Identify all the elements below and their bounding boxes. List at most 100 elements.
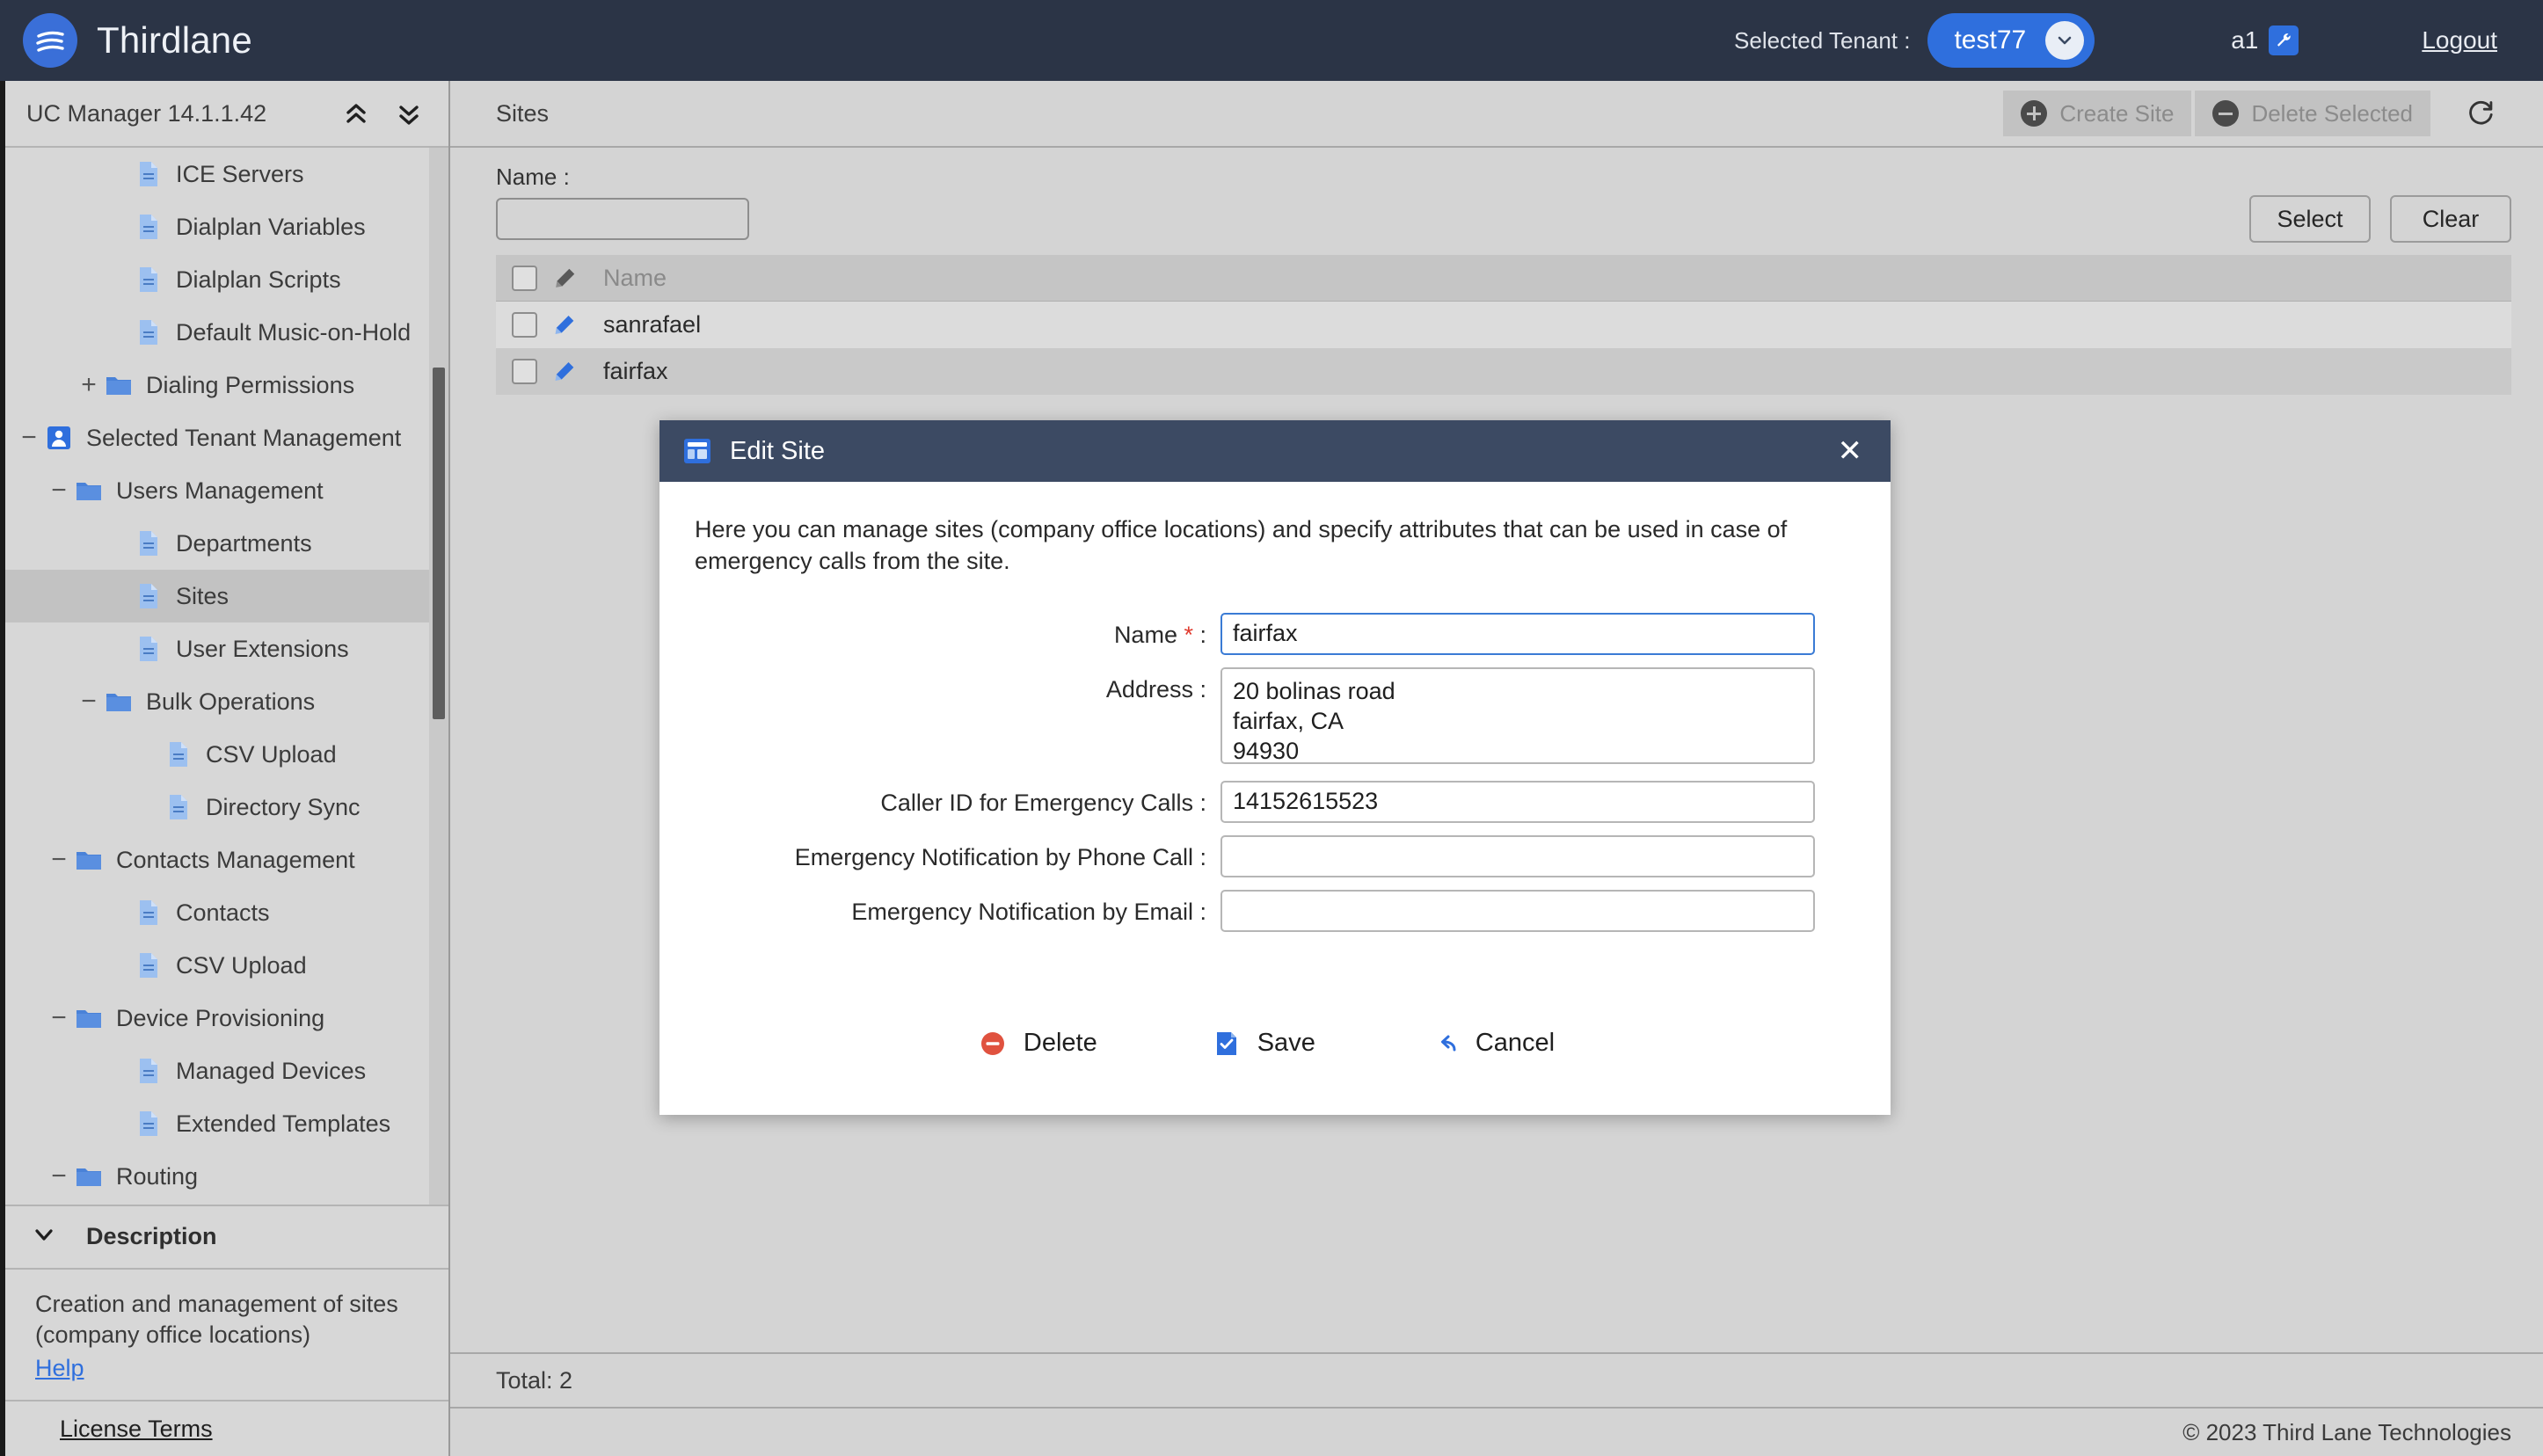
description-section-header[interactable]: Description [5, 1205, 448, 1270]
row-checkbox-cell[interactable] [496, 312, 552, 338]
pencil-icon [555, 361, 574, 381]
sidebar-item-label: Users Management [116, 477, 324, 504]
sidebar-item-contacts-management[interactable]: − Contacts Management [5, 834, 429, 886]
user-block[interactable]: a1 [2231, 25, 2299, 55]
page-toolbar: Create Site Delete Selected [2003, 89, 2511, 138]
document-icon [170, 742, 187, 767]
emergency-notification-by-email-input[interactable] [1220, 889, 1815, 932]
checkbox-icon[interactable] [511, 312, 537, 338]
document-icon [170, 795, 187, 819]
document-icon [140, 953, 157, 978]
minus-circle-icon [2212, 100, 2240, 127]
cancel-button[interactable]: Cancel [1430, 1029, 1555, 1059]
name-input[interactable] [1220, 612, 1815, 655]
field-label: Emergency Notification by Email : [851, 898, 1206, 925]
brand-block: Thirdlane [23, 13, 252, 68]
document-icon [140, 637, 157, 661]
sidebar-item-departments[interactable]: Departments [5, 517, 429, 570]
sidebar-item-ice-servers[interactable]: ICE Servers [5, 148, 429, 200]
thirdlane-logo-icon[interactable] [23, 13, 77, 68]
refresh-icon[interactable] [2450, 89, 2511, 138]
sidebar-item-extended-templates[interactable]: Extended Templates [5, 1097, 429, 1150]
collapse-toggle-icon[interactable]: − [44, 477, 74, 504]
sidebar-tree-container: ICE Servers Dialplan Variables Dialplan Sc… [5, 148, 448, 1206]
checkbox-icon[interactable] [511, 359, 537, 384]
delete-circle-icon [978, 1029, 1008, 1059]
sidebar-panel: UC Manager 14.1.1.42 ICE Servers Dialplan… [5, 81, 450, 1456]
column-header-name[interactable]: Name [603, 265, 667, 292]
delete-button[interactable]: Delete [978, 1029, 1097, 1059]
sidebar-item-sites[interactable]: Sites [5, 570, 429, 622]
row-checkbox-cell[interactable] [496, 359, 552, 384]
uc-manager-version-label: UC Manager 14.1.1.42 [26, 99, 267, 127]
collapse-toggle-icon[interactable]: − [44, 1005, 74, 1031]
collapse-toggle-icon[interactable]: − [44, 847, 74, 873]
license-terms-link[interactable]: License Terms [60, 1416, 213, 1443]
double-chevron-down-icon[interactable] [396, 98, 422, 128]
save-label: Save [1257, 1029, 1315, 1058]
select-all-checkbox-cell[interactable] [496, 265, 552, 291]
collapse-toggle-icon[interactable]: − [44, 1163, 74, 1190]
document-icon [140, 1059, 157, 1083]
folder-icon [106, 377, 131, 395]
sidebar-item-selected-tenant-management[interactable]: − Selected Tenant Management [5, 411, 429, 464]
name-filter-group: Name : [496, 164, 749, 240]
logout-link[interactable]: Logout [2422, 26, 2497, 55]
double-chevron-up-icon[interactable] [343, 98, 369, 128]
required-asterisk: * [1177, 621, 1193, 648]
sidebar-item-bulk-operations[interactable]: − Bulk Operations [5, 675, 429, 728]
tenant-selector-value: test77 [1954, 25, 2027, 55]
sidebar-item-label: Dialplan Scripts [176, 266, 341, 293]
description-section-body: Creation and management of sites (compan… [5, 1270, 448, 1401]
sidebar-item-label: Dialplan Variables [176, 213, 366, 240]
sidebar-item-user-extensions[interactable]: User Extensions [5, 622, 429, 675]
row-edit-button[interactable] [552, 312, 603, 339]
create-site-button[interactable]: Create Site [2003, 91, 2192, 136]
sidebar-item-device-provisioning[interactable]: − Device Provisioning [5, 992, 429, 1045]
table-row[interactable]: fairfax [496, 348, 2511, 395]
sidebar-item-contacts[interactable]: Contacts [5, 886, 429, 939]
sidebar-item-dialing-permissions[interactable]: + Dialing Permissions [5, 359, 429, 411]
dialog-body: Here you can manage sites (company offic… [659, 482, 1891, 1115]
table-row[interactable]: sanrafael [496, 302, 2511, 348]
field-label: Name * : [1113, 621, 1206, 648]
help-link[interactable]: Help [35, 1355, 84, 1382]
copyright-label: © 2023 Third Lane Technologies [2182, 1418, 2511, 1445]
top-header-bar: Thirdlane Selected Tenant : test77 a1 Lo… [0, 0, 2543, 81]
clear-button[interactable]: Clear [2390, 195, 2511, 243]
sidebar-item-users-management[interactable]: − Users Management [5, 464, 429, 517]
sidebar-item-default-music-on-hold[interactable]: Default Music-on-Hold [5, 306, 429, 359]
sidebar-item-csv-upload[interactable]: CSV Upload [5, 728, 429, 781]
sidebar-item-managed-devices[interactable]: Managed Devices [5, 1045, 429, 1097]
sidebar-item-csv-upload[interactable]: CSV Upload [5, 939, 429, 992]
caller-id-for-emergency-calls-input[interactable] [1220, 780, 1815, 823]
sidebar-item-label: Directory Sync [206, 793, 361, 820]
pencil-icon [556, 268, 575, 288]
sidebar-scrollbar-thumb[interactable] [433, 368, 445, 719]
sidebar-item-routing[interactable]: − Routing [5, 1150, 429, 1203]
expand-toggle-icon[interactable]: + [74, 372, 104, 398]
collapse-toggle-icon[interactable]: − [14, 425, 44, 451]
field-label: Address : [1105, 675, 1206, 703]
sidebar-scrollbar-track[interactable] [429, 148, 448, 1205]
dialog-description: Here you can manage sites (company offic… [695, 516, 1788, 575]
sidebar-item-dialplan-variables[interactable]: Dialplan Variables [5, 200, 429, 253]
document-icon [140, 531, 157, 556]
row-edit-button[interactable] [552, 359, 603, 385]
delete-selected-button[interactable]: Delete Selected [2195, 91, 2430, 136]
checkbox-icon[interactable] [511, 265, 537, 291]
emergency-notification-by-phone-call-input[interactable] [1220, 834, 1815, 877]
address-input[interactable] [1220, 666, 1815, 764]
tenant-selector[interactable]: test77 [1927, 13, 2095, 68]
chevron-down-icon[interactable] [2045, 21, 2085, 60]
sidebar-item-label: Managed Devices [176, 1057, 367, 1084]
collapse-toggle-icon[interactable]: − [74, 688, 104, 715]
name-filter-input[interactable] [496, 198, 749, 240]
select-button[interactable]: Select [2249, 195, 2371, 243]
sidebar-item-dialplan-scripts[interactable]: Dialplan Scripts [5, 253, 429, 306]
sidebar-item-directory-sync[interactable]: Directory Sync [5, 781, 429, 834]
wrench-icon[interactable] [2269, 25, 2299, 55]
sidebar-item-label: Routing [116, 1162, 199, 1190]
close-icon[interactable]: ✕ [1833, 436, 1869, 466]
save-button[interactable]: Save [1212, 1029, 1315, 1059]
